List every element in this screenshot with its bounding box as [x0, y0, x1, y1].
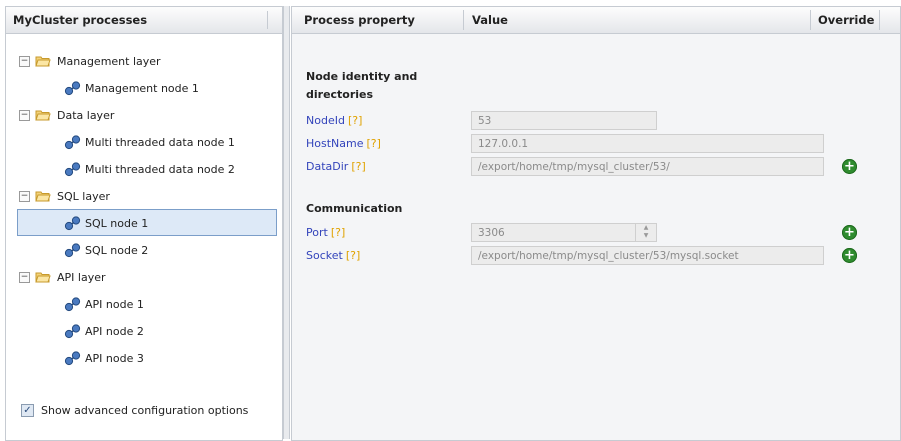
collapse-toggle-icon[interactable]: −: [19, 190, 30, 202]
tree-node-sql-node-2[interactable]: SQL node 2: [64, 237, 148, 263]
tree-folder-label: API layer: [57, 270, 106, 284]
property-nodeid[interactable]: NodeId [?]: [306, 114, 362, 127]
section-communication: Communication: [306, 200, 402, 218]
section-title-line: Node identity and: [306, 70, 418, 83]
datadir-field[interactable]: /export/home/tmp/mysql_cluster/53/: [471, 157, 824, 176]
property-name[interactable]: Socket: [306, 249, 343, 262]
spinner-up-icon[interactable]: ▲: [636, 224, 656, 232]
nodeid-field[interactable]: 53: [471, 111, 657, 130]
advanced-options-label: Show advanced configuration options: [41, 404, 249, 417]
open-folder-icon: [35, 272, 51, 283]
process-node-icon: [64, 80, 81, 95]
spinner-buttons[interactable]: ▲ ▼: [635, 224, 656, 241]
process-node-icon: [64, 323, 81, 338]
override-add-icon[interactable]: +: [842, 225, 857, 240]
section-node-identity: Node identity and directories: [306, 68, 417, 104]
help-link[interactable]: [?]: [348, 114, 362, 127]
port-spinner[interactable]: 3306 ▲ ▼: [471, 223, 657, 242]
process-node-icon: [64, 350, 81, 365]
open-folder-icon: [35, 191, 51, 202]
processes-panel-title: MyCluster processes: [13, 13, 148, 27]
processes-panel-header: MyCluster processes: [6, 7, 282, 34]
property-name[interactable]: NodeId: [306, 114, 345, 127]
column-separator[interactable]: [810, 10, 811, 30]
tree-folder-data-layer[interactable]: − Data layer: [19, 102, 114, 128]
socket-field[interactable]: /export/home/tmp/mysql_cluster/53/mysql.…: [471, 246, 824, 265]
override-add-icon[interactable]: +: [842, 159, 857, 174]
advanced-options-checkbox-row[interactable]: ✓ Show advanced configuration options: [21, 404, 248, 417]
tree-node-label: API node 3: [85, 351, 144, 365]
property-datadir[interactable]: DataDir [?]: [306, 160, 366, 173]
tree-folder-label: SQL layer: [57, 189, 110, 203]
tree-node-data-node-2[interactable]: Multi threaded data node 2: [64, 156, 235, 182]
help-link[interactable]: [?]: [351, 160, 365, 173]
override-add-icon[interactable]: +: [842, 248, 857, 263]
header-separator: [267, 11, 268, 29]
column-separator[interactable]: [879, 10, 880, 30]
tree-node-data-node-1[interactable]: Multi threaded data node 1: [64, 129, 235, 155]
port-value: 3306: [478, 227, 505, 239]
tree-folder-label: Data layer: [57, 108, 115, 122]
property-name[interactable]: HostName: [306, 137, 364, 150]
tree-folder-label: Management layer: [57, 54, 161, 68]
open-folder-icon: [35, 56, 51, 67]
property-port[interactable]: Port [?]: [306, 226, 345, 239]
section-title-line: Communication: [306, 202, 403, 215]
process-node-icon: [64, 161, 81, 176]
tree-node-api-node-2[interactable]: API node 2: [64, 318, 144, 344]
tree-folder-management-layer[interactable]: − Management layer: [19, 48, 161, 74]
process-node-icon: [64, 215, 81, 230]
tree-node-label: SQL node 2: [85, 243, 149, 257]
help-link[interactable]: [?]: [367, 137, 381, 150]
tree-node-label: Multi threaded data node 1: [85, 135, 235, 149]
hostname-field[interactable]: 127.0.0.1: [471, 134, 824, 153]
property-name[interactable]: DataDir: [306, 160, 348, 173]
tree-node-label: API node 2: [85, 324, 144, 338]
tree-node-management-node-1[interactable]: Management node 1: [64, 75, 199, 101]
column-header-property[interactable]: Process property: [304, 7, 415, 33]
column-header-value[interactable]: Value: [472, 7, 508, 33]
tree-node-label: SQL node 1: [85, 216, 149, 230]
collapse-toggle-icon[interactable]: −: [19, 109, 30, 121]
property-hostname[interactable]: HostName [?]: [306, 137, 381, 150]
process-node-icon: [64, 296, 81, 311]
tree-node-label: Management node 1: [85, 81, 199, 95]
tree-folder-sql-layer[interactable]: − SQL layer: [19, 183, 110, 209]
properties-table-header: Process property Value Override: [292, 7, 900, 34]
tree-node-sql-node-1[interactable]: SQL node 1: [64, 210, 148, 236]
advanced-options-checkbox[interactable]: ✓: [21, 404, 34, 417]
tree-node-label: API node 1: [85, 297, 144, 311]
column-separator[interactable]: [463, 10, 464, 30]
tree-folder-api-layer[interactable]: − API layer: [19, 264, 106, 290]
processes-panel: MyCluster processes − Management layer M…: [5, 6, 283, 441]
help-link[interactable]: [?]: [346, 249, 360, 262]
help-link[interactable]: [?]: [331, 226, 345, 239]
panel-splitter[interactable]: [283, 6, 290, 439]
tree-node-api-node-1[interactable]: API node 1: [64, 291, 144, 317]
collapse-toggle-icon[interactable]: −: [19, 55, 30, 67]
collapse-toggle-icon[interactable]: −: [19, 271, 30, 283]
process-node-icon: [64, 242, 81, 257]
spinner-down-icon[interactable]: ▼: [636, 232, 656, 240]
property-socket[interactable]: Socket [?]: [306, 249, 360, 262]
section-title-line: directories: [306, 88, 374, 101]
property-name[interactable]: Port: [306, 226, 328, 239]
process-node-icon: [64, 134, 81, 149]
column-header-override[interactable]: Override: [818, 7, 874, 33]
open-folder-icon: [35, 110, 51, 121]
tree-node-api-node-3[interactable]: API node 3: [64, 345, 144, 371]
properties-panel: Process property Value Override Node ide…: [291, 6, 901, 441]
tree-node-label: Multi threaded data node 2: [85, 162, 235, 176]
